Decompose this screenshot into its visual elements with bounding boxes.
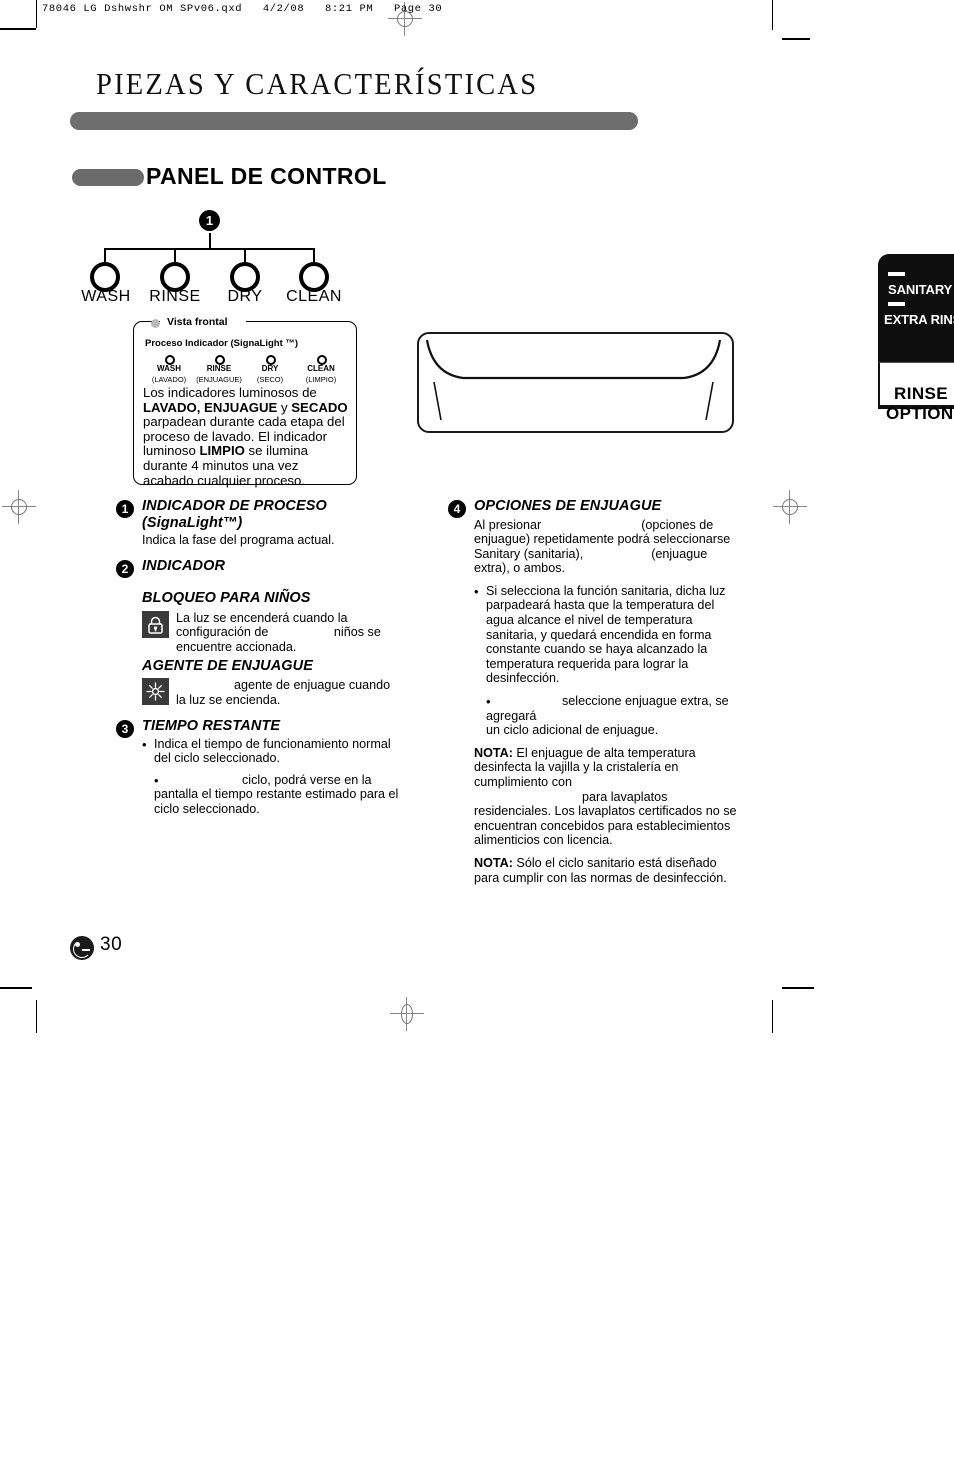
item2-heading: INDICADOR bbox=[142, 558, 226, 574]
item4-bullet-2-a: seleccione enjuague extra, se agregará bbox=[486, 694, 729, 723]
extra-rinse-led-dash-icon bbox=[888, 302, 905, 306]
item4-bullet-1: Si selecciona la función sanitaria, dich… bbox=[486, 583, 726, 686]
item3-heading: TIEMPO RESTANTE bbox=[142, 718, 281, 734]
callout-number-3: 3 bbox=[116, 720, 134, 738]
childlock-body: La luz se encenderá cuando la configurac… bbox=[176, 611, 406, 655]
crop-mark-bottom-right-v bbox=[772, 1000, 773, 1033]
display-inner-outline-icon bbox=[425, 339, 722, 421]
callout-number-4: 4 bbox=[448, 500, 466, 518]
section-bullet-pill bbox=[72, 169, 144, 186]
item4-bullet-2: seleccione enjuague extra, se agregará un… bbox=[486, 694, 738, 738]
crop-mark-bottom-left-h bbox=[0, 987, 32, 989]
inset-body-seg-2: y bbox=[277, 399, 292, 415]
callout-tree-bar bbox=[104, 248, 315, 250]
crop-mark-top-left-v bbox=[36, 0, 37, 28]
rinseaid-body: agente de enjuague cuando la luz se encie… bbox=[176, 678, 406, 707]
callout-number-1: 1 bbox=[116, 500, 134, 518]
item4-bullet-2-b: un ciclo adicional de enjuague. bbox=[486, 723, 659, 738]
rinseaid-body-a: agente de enjuague cuando bbox=[234, 678, 391, 692]
page-number: 30 bbox=[100, 934, 123, 955]
inset-title: Proceso Indicador (SignaLight ™) bbox=[145, 338, 299, 349]
print-slug-text: 78046 LG Dshwshr OM SPv06.qxd 4/2/08 8:2… bbox=[42, 3, 443, 15]
item1-heading-line2: (SignaLight™) bbox=[142, 514, 243, 531]
rinse-aid-icon bbox=[142, 678, 169, 705]
item4-bullet-dot-2: • bbox=[486, 694, 491, 710]
lg-logo-icon bbox=[70, 936, 94, 960]
sanitary-led-dash-icon bbox=[888, 272, 905, 276]
childlock-body-a: La luz se encenderá cuando la configurac… bbox=[176, 610, 348, 640]
rinse-options-caption-line1: RINSE bbox=[894, 384, 948, 403]
item3-bullet-1: Indica el tiempo de funcionamiento norma… bbox=[154, 736, 391, 766]
indicator-label-wash: WASH bbox=[81, 288, 131, 305]
inset-light-sub-clean: (LIMPIO) bbox=[305, 375, 337, 384]
indicator-label-dry: DRY bbox=[227, 288, 263, 305]
item1-heading: INDICADOR DE PROCESO (SignaLight™) bbox=[142, 498, 406, 531]
callout-tree-stem bbox=[209, 233, 211, 249]
childlock-heading: BLOQUEO PARA NIÑOS bbox=[142, 590, 311, 606]
rinseaid-heading: AGENTE DE ENJUAGUE bbox=[142, 657, 313, 674]
inset-body-text: Los indicadores luminosos de LAVADO, ENJ… bbox=[143, 385, 349, 488]
item4-note-2-label: NOTA: bbox=[474, 855, 513, 870]
item3-bullet-2-text: ciclo, podrá verse en la pantalla el tie… bbox=[154, 772, 399, 816]
item4-note-2: NOTA: Sólo el ciclo sanitario está diseñ… bbox=[474, 856, 738, 885]
item3-bullet-dot-1: • bbox=[142, 736, 147, 752]
inset-body-bold-3: LIMPIO bbox=[199, 443, 245, 459]
title-rule-bar bbox=[70, 112, 638, 130]
sanitary-options-panel: SANITARY EXTRA RINSE bbox=[878, 254, 954, 362]
rinse-options-caption: RINSE OPTIONS bbox=[886, 384, 954, 424]
crop-mark-top-right-v bbox=[772, 0, 773, 30]
callout-number-2: 2 bbox=[116, 560, 134, 578]
rinseaid-body-b: la luz se encienda. bbox=[176, 692, 281, 707]
item3-bullet-dot-2: • bbox=[154, 772, 159, 788]
section-title: PANEL DE CONTROL bbox=[146, 163, 387, 189]
inset-legend-dot-icon bbox=[151, 319, 160, 328]
padlock-icon bbox=[142, 610, 169, 638]
right-column: 4 OPCIONES DE ENJUAGUE Al presionar (opci… bbox=[448, 498, 738, 885]
sanitary-label: SANITARY bbox=[888, 282, 953, 297]
callout-badge-1: 1 bbox=[199, 210, 220, 231]
registration-mark-bottom bbox=[390, 997, 424, 1031]
inset-body-bold-2: SECADO bbox=[291, 399, 348, 415]
extra-rinse-label: EXTRA RINSE bbox=[884, 312, 954, 327]
inset-body-seg-1: Los indicadores luminosos de bbox=[143, 385, 317, 400]
item4-note-1: NOTA: El enjuague de alta temperatura de… bbox=[474, 746, 738, 848]
item4-note-1-b: para lavaplatos bbox=[582, 789, 668, 804]
crop-mark-bottom-left-v bbox=[36, 1000, 37, 1033]
crop-mark-bottom-right-h bbox=[782, 987, 814, 989]
inset-light-name-clean: CLEAN bbox=[307, 364, 335, 373]
crop-mark-top-right-h bbox=[782, 38, 810, 40]
registration-mark-left bbox=[2, 490, 36, 524]
left-column: 1 INDICADOR DE PROCESO (SignaLight™) Ind… bbox=[116, 498, 406, 816]
indicator-label-clean: CLEAN bbox=[286, 288, 342, 305]
item4-intro-a: Al presionar bbox=[474, 517, 542, 532]
item4-note-1-c: residenciales. Los lavaplatos certificad… bbox=[474, 804, 737, 848]
item1-heading-line1: INDICADOR DE PROCESO bbox=[142, 498, 327, 514]
item4-bullet-dot-1: • bbox=[474, 583, 479, 599]
page-title: PIEZAS Y CARACTERÍSTICAS bbox=[96, 66, 539, 101]
inset-body-bold-1: LAVADO, ENJUAGUE bbox=[143, 399, 278, 415]
control-panel-display bbox=[417, 332, 734, 433]
item3-bullet-2: ciclo, podrá verse en la pantalla el tie… bbox=[154, 773, 406, 817]
crop-mark-top-left-h bbox=[0, 28, 36, 30]
item4-note-1-label: NOTA: bbox=[474, 745, 513, 760]
item4-intro: Al presionar (opciones de enjuague) repet… bbox=[474, 518, 738, 576]
item1-body: Indica la fase del programa actual. bbox=[142, 533, 335, 547]
inset-legend-label: Vista frontal bbox=[163, 316, 232, 328]
rinse-options-caption-line2: OPTIONS bbox=[886, 404, 954, 423]
registration-mark-right bbox=[773, 490, 807, 524]
item4-heading: OPCIONES DE ENJUAGUE bbox=[474, 498, 662, 514]
indicator-label-rinse: RINSE bbox=[149, 288, 201, 305]
